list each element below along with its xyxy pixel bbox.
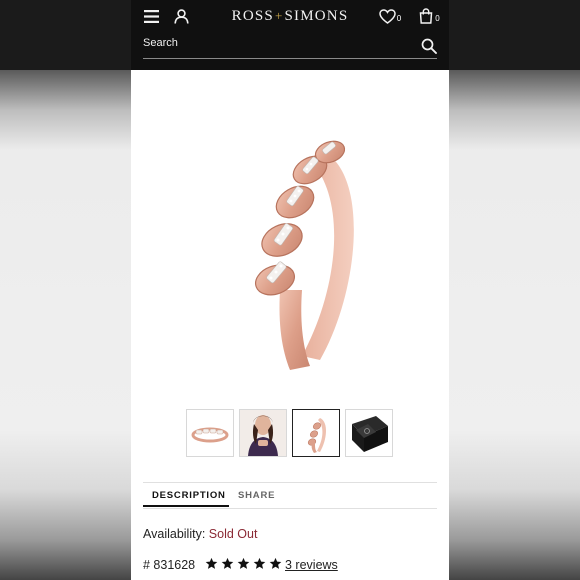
- thumbnail-2[interactable]: [239, 409, 287, 457]
- ring-side-thumbnail-icon: [191, 427, 229, 443]
- ring-angle-thumbnail-icon: [307, 418, 327, 453]
- logo-text-right: SIMONS: [284, 7, 349, 24]
- star-icon: [237, 557, 250, 569]
- star-icon: [269, 557, 282, 569]
- logo-separator: +: [274, 8, 284, 23]
- wishlist-button[interactable]: 0: [377, 7, 403, 25]
- active-tab-indicator: [143, 505, 229, 507]
- phone-screen: ROSS + SIMONS 0 0 Search DESCRIPTION SHA…: [131, 0, 449, 580]
- wishlist-count: 0: [396, 13, 402, 23]
- thumbnail-4[interactable]: [345, 409, 393, 457]
- search-placeholder: Search: [143, 37, 178, 49]
- availability: Availability: Sold Out: [143, 527, 257, 541]
- thumbnail-3[interactable]: [292, 409, 340, 457]
- gift-box-thumbnail-icon: [346, 410, 392, 456]
- star-rating[interactable]: [205, 557, 282, 570]
- star-icon: [253, 557, 266, 569]
- search-icon[interactable]: [421, 38, 437, 54]
- tabs-top-divider: [143, 482, 437, 483]
- main-product-image[interactable]: [131, 70, 449, 400]
- tabs-bottom-divider: [143, 508, 437, 509]
- background-blur-left: [0, 70, 131, 580]
- tab-share[interactable]: SHARE: [238, 490, 275, 501]
- bag-count: 0: [435, 13, 440, 23]
- availability-status: Sold Out: [208, 527, 258, 541]
- thumbnail-1[interactable]: [186, 409, 234, 457]
- reviews-link[interactable]: 3 reviews: [285, 558, 338, 572]
- product-sku: # 831628: [143, 558, 196, 572]
- availability-label: Availability:: [143, 527, 206, 541]
- menu-icon[interactable]: [141, 7, 161, 25]
- rose-gold-diamond-link-ring-icon: [255, 140, 354, 370]
- tab-description[interactable]: DESCRIPTION: [152, 490, 226, 501]
- top-bar: ROSS + SIMONS 0 0 Search: [131, 0, 449, 70]
- heart-icon: [379, 8, 396, 24]
- background-blur-right: [449, 70, 580, 580]
- logo-text-left: ROSS: [231, 7, 274, 24]
- shopping-bag-icon: [419, 8, 433, 24]
- star-icon: [221, 557, 234, 569]
- search-input[interactable]: Search: [143, 36, 437, 59]
- account-icon[interactable]: [171, 6, 191, 26]
- bag-button[interactable]: 0: [415, 6, 443, 26]
- model-wearing-ring-thumbnail-icon: [240, 410, 286, 456]
- star-icon: [205, 557, 218, 569]
- brand-logo[interactable]: ROSS + SIMONS: [227, 6, 353, 26]
- thumbnail-strip: [186, 409, 393, 458]
